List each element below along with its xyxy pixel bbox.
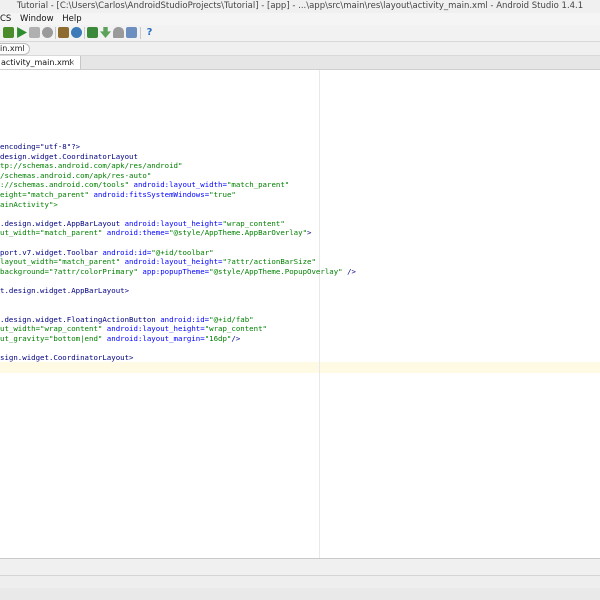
code-token: android:fitsSystemWindows= (93, 189, 210, 199)
code-token: /> (342, 266, 356, 276)
code-token: eight="match_parent" (0, 189, 94, 199)
code-token: layout_width="match_parent" (0, 257, 125, 267)
navigation-bar: in.xml (0, 42, 600, 56)
code-editor[interactable]: encoding="utf-8"?> design.widget.Coordina… (0, 70, 600, 558)
code-line: ut_width="match_parent" android:theme="@… (0, 228, 356, 238)
toolbar-separator (55, 27, 56, 39)
code-token: ut_gravity="bottom|end" (0, 333, 107, 343)
tab-activity-main-xml[interactable]: activity_main.xml × (0, 56, 81, 69)
code-line: tp://schemas.android.com/apk/res/android… (0, 161, 356, 171)
code-token: android:layout_height= (106, 324, 205, 334)
android-studio-window: Tutorial - [C:\Users\Carlos\AndroidStudi… (0, 0, 600, 600)
code-line: layout_width="match_parent" android:layo… (0, 257, 356, 267)
code-line: ut_width="wrap_content" android:layout_h… (0, 324, 356, 334)
code-token: t.design.widget.AppBarLayout> (0, 285, 130, 295)
close-icon[interactable]: × (68, 56, 75, 69)
toolbar-separator (140, 27, 141, 39)
run-icon[interactable] (17, 27, 27, 38)
code-token: > (307, 228, 312, 238)
tool-window-bar (0, 559, 600, 576)
code-line: sign.widget.CoordinatorLayout> (0, 353, 356, 363)
code-token: android:layout_margin= (106, 333, 205, 343)
code-token: ut_width="match_parent" (0, 228, 107, 238)
code-token: "?attr/actionBarSize" (222, 257, 316, 267)
caret-row-highlight (0, 362, 600, 373)
code-token: encoding="utf-8"?> (0, 142, 81, 151)
sync-icon[interactable] (71, 27, 82, 38)
code-token: android:layout_height= (124, 257, 223, 267)
code-token: "16dp" (204, 333, 232, 343)
avd-icon[interactable] (87, 27, 98, 38)
code-token: "match_parent" (226, 180, 290, 190)
code-line: .design.widget.FloatingActionButton andr… (0, 315, 356, 325)
menu-item-cs[interactable]: CS (0, 13, 14, 25)
code-line: eight="match_parent" android:fitsSystemW… (0, 190, 356, 200)
menu-item-window[interactable]: Window (17, 13, 57, 25)
code-line: port.v7.widget.Toolbar android:id="@+id/… (0, 248, 356, 258)
window-title: Tutorial - [C:\Users\Carlos\AndroidStudi… (16, 1, 584, 11)
menu-bar: CS Window Help (0, 13, 600, 25)
stop-icon[interactable] (29, 27, 40, 38)
code-token: android:layout_width= (133, 180, 227, 190)
code-token: .design.widget.AppBarLayout (0, 218, 125, 228)
code-token: ainActivity"> (0, 199, 58, 209)
code-token: android:layout_height= (124, 218, 223, 228)
code-line: ainActivity"> (0, 200, 356, 210)
code-token: "@style/AppTheme.AppBarOverlay" (169, 228, 308, 238)
code-token: port.v7.widget.Toolbar (0, 247, 103, 257)
build-icon[interactable] (3, 27, 14, 38)
code-line: encoding="utf-8"?> (0, 142, 356, 152)
code-line: design.widget.CoordinatorLayout (0, 152, 356, 162)
main-toolbar: ? (0, 25, 600, 42)
code-token: tp://schemas.android.com/apk/res/android… (0, 161, 183, 171)
breadcrumb-label: in.xml (0, 44, 25, 53)
sdk-manager-icon[interactable] (58, 27, 69, 38)
code-token: app:popupTheme= (142, 266, 210, 276)
breadcrumb-file[interactable]: in.xml (0, 43, 30, 55)
download-icon[interactable] (100, 27, 111, 38)
code-line: .design.widget.AppBarLayout android:layo… (0, 219, 356, 229)
monitor-icon[interactable] (126, 27, 137, 38)
window-title-bar: Tutorial - [C:\Users\Carlos\AndroidStudi… (0, 0, 600, 14)
code-token: .design.widget.FloatingActionButton (0, 314, 161, 324)
code-line: /schemas.android.com/apk/res-auto" (0, 171, 356, 181)
attach-icon[interactable] (42, 27, 53, 38)
code-token: "@style/AppTheme.PopupOverlay" (209, 266, 343, 276)
code-token: /> (231, 333, 241, 343)
code-token: background="?attr/colorPrimary" (0, 266, 143, 276)
code-token: android:id= (160, 314, 210, 324)
code-text[interactable]: encoding="utf-8"?> design.widget.Coordina… (0, 142, 356, 363)
menu-item-help[interactable]: Help (59, 13, 84, 25)
code-token: "wrap_content" (222, 218, 285, 228)
code-token: ://schemas.android.com/tools" (0, 180, 134, 190)
code-token: android:theme= (106, 228, 170, 238)
code-token: android:id= (102, 247, 152, 257)
code-token: /schemas.android.com/apk/res-auto" (0, 170, 152, 180)
code-line: ut_gravity="bottom|end" android:layout_m… (0, 334, 356, 344)
code-token: "@+id/fab" (209, 314, 254, 324)
editor-tab-bar: activity_main.xml × (0, 56, 600, 70)
code-line: t.design.widget.AppBarLayout> (0, 286, 356, 296)
android-icon[interactable] (113, 27, 124, 38)
code-line: background="?attr/colorPrimary" app:popu… (0, 267, 356, 277)
tab-label: activity_main.xml (1, 58, 72, 67)
code-line: ://schemas.android.com/tools" android:la… (0, 180, 356, 190)
toolbar-separator (84, 27, 85, 39)
bottom-strip (0, 588, 600, 600)
code-token: "true" (209, 189, 236, 199)
code-token: design.widget.CoordinatorLayout (0, 151, 138, 161)
code-token: sign.widget.CoordinatorLayout> (0, 353, 134, 363)
help-icon[interactable]: ? (144, 27, 155, 38)
code-token: ut_width="wrap_content" (0, 324, 107, 334)
code-token: "wrap_content" (204, 324, 267, 334)
code-token: "@+id/toolbar" (151, 247, 214, 257)
